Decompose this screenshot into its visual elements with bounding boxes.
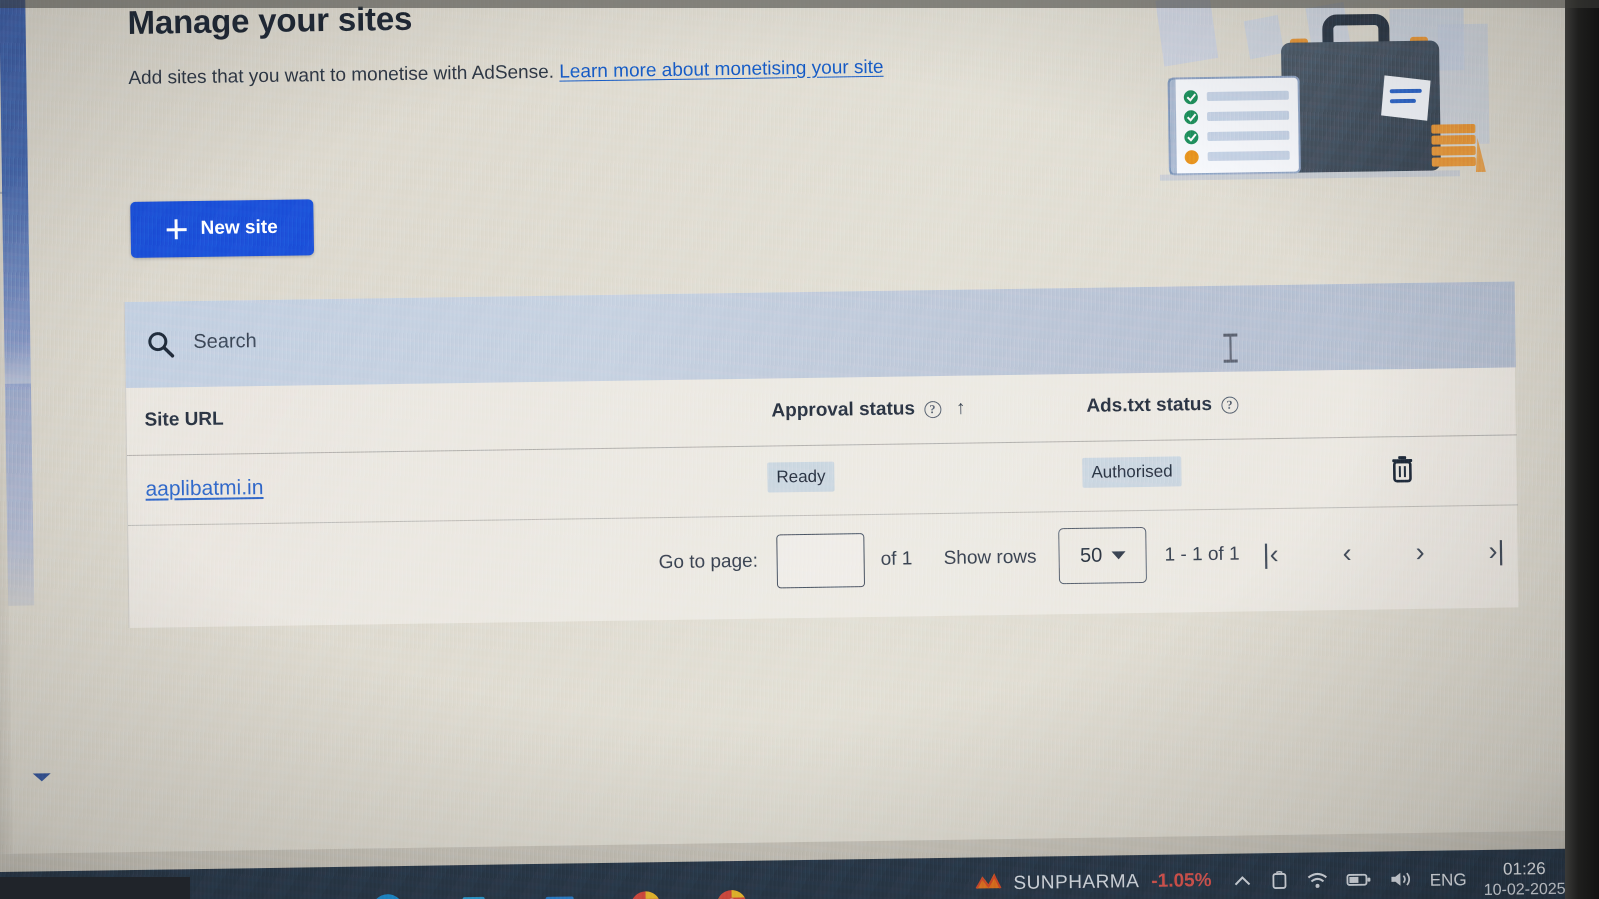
system-tray: ENG 01:26 10-02-2025 1 xyxy=(1232,848,1599,899)
search-icon xyxy=(145,329,175,359)
new-site-button[interactable]: New site xyxy=(130,199,315,258)
ticker-logo-icon xyxy=(975,871,1002,896)
first-page-button[interactable]: |‹ xyxy=(1258,538,1282,568)
browser-viewport: Manage your sites Add sites that you wan… xyxy=(0,0,1599,855)
site-url-link[interactable]: aaplibatmi.in xyxy=(145,476,263,502)
volume-icon[interactable] xyxy=(1389,870,1413,893)
ticker-change: -1.05% xyxy=(1151,869,1212,892)
file-explorer-icon[interactable] xyxy=(196,892,237,899)
page-scrollbar-track[interactable] xyxy=(4,383,35,606)
outlook-icon[interactable] xyxy=(539,887,580,899)
screen-surface: Manage your sites Add sites that you wan… xyxy=(0,0,1599,899)
column-header-ads-txt-status[interactable]: Ads.txt status ? xyxy=(1086,393,1239,418)
clock[interactable]: 01:26 10-02-2025 xyxy=(1483,858,1566,899)
chrome-icon[interactable] xyxy=(625,886,666,899)
onedrive-icon[interactable] xyxy=(1270,870,1290,895)
monitor-photo: Manage your sites Add sites that you wan… xyxy=(0,0,1599,899)
battery-icon[interactable] xyxy=(1346,871,1372,892)
clock-time: 01:26 xyxy=(1502,859,1546,880)
go-to-page-label: Go to page: xyxy=(658,550,759,574)
total-pages-label: of 1 xyxy=(880,548,913,570)
go-to-page-input[interactable] xyxy=(776,533,866,589)
show-rows-label: Show rows xyxy=(943,546,1037,569)
page-title: Manage your sites xyxy=(127,0,413,41)
rows-per-page-select[interactable]: 50 xyxy=(1058,526,1148,585)
result-range-label: 1 - 1 of 1 xyxy=(1164,543,1240,566)
trash-icon[interactable] xyxy=(1385,451,1420,486)
column-header-approval-status-label: Approval status xyxy=(771,398,916,422)
wifi-icon[interactable] xyxy=(1307,871,1329,894)
ads-txt-status-badge: Authorised xyxy=(1082,456,1182,488)
column-header-ads-txt-status-label: Ads.txt status xyxy=(1086,393,1213,417)
plus-icon xyxy=(166,219,186,239)
pagination-bar: Go to page: of 1 Show rows 50 1 - 1 of 1… xyxy=(128,505,1519,618)
help-icon[interactable]: ? xyxy=(923,400,942,418)
clock-date: 10-02-2025 xyxy=(1483,880,1566,899)
language-indicator[interactable]: ENG xyxy=(1430,870,1467,891)
search-input[interactable]: Search xyxy=(193,330,257,354)
collapse-caret-icon[interactable] xyxy=(32,773,51,782)
stock-ticker[interactable]: SUNPHARMA -1.05% xyxy=(975,868,1212,896)
column-header-site-url[interactable]: Site URL xyxy=(144,409,224,432)
folder-icon[interactable] xyxy=(281,891,322,899)
column-header-approval-status[interactable]: Approval status ? ↑ xyxy=(771,398,965,423)
text-cursor-icon xyxy=(1223,334,1237,364)
page-subtitle-text: Add sites that you want to monetise with… xyxy=(128,61,555,89)
previous-page-button[interactable]: ‹ xyxy=(1338,537,1355,567)
help-icon[interactable]: ? xyxy=(1220,396,1239,414)
column-header-site-url-label: Site URL xyxy=(144,408,224,431)
show-hidden-icons-chevron[interactable] xyxy=(1233,874,1253,893)
chevron-down-icon xyxy=(1111,551,1126,560)
chrome-beta-icon[interactable]: b xyxy=(711,885,752,899)
taskbar-app-icons: b xyxy=(196,885,753,899)
edge-icon[interactable] xyxy=(367,890,408,899)
approval-status-badge: Ready xyxy=(767,461,835,493)
new-site-button-label: New site xyxy=(200,216,278,239)
sort-ascending-icon[interactable]: ↑ xyxy=(956,398,966,420)
pagination-nav: |‹ ‹ › ›| xyxy=(1258,526,1509,580)
monetisation-illustration xyxy=(1137,0,1490,188)
ticker-symbol: SUNPHARMA xyxy=(1013,870,1140,894)
page-subtitle: Add sites that you want to monetise with… xyxy=(128,57,883,90)
notification-center-icon[interactable]: 1 xyxy=(1582,862,1599,894)
sites-table-card: Search Site URL Approval status ? ↑ Ads.… xyxy=(123,281,1519,629)
windows-taskbar: b SUNPHARMA -1.05% xyxy=(0,847,1599,899)
last-page-button[interactable]: ›| xyxy=(1484,535,1508,565)
microsoft-store-icon[interactable] xyxy=(453,889,494,899)
next-page-button[interactable]: › xyxy=(1411,536,1428,566)
rows-per-page-value: 50 xyxy=(1079,544,1103,567)
page-scrollbar-thumb[interactable] xyxy=(0,0,32,390)
learn-more-link[interactable]: Learn more about monetising your site xyxy=(559,57,884,83)
